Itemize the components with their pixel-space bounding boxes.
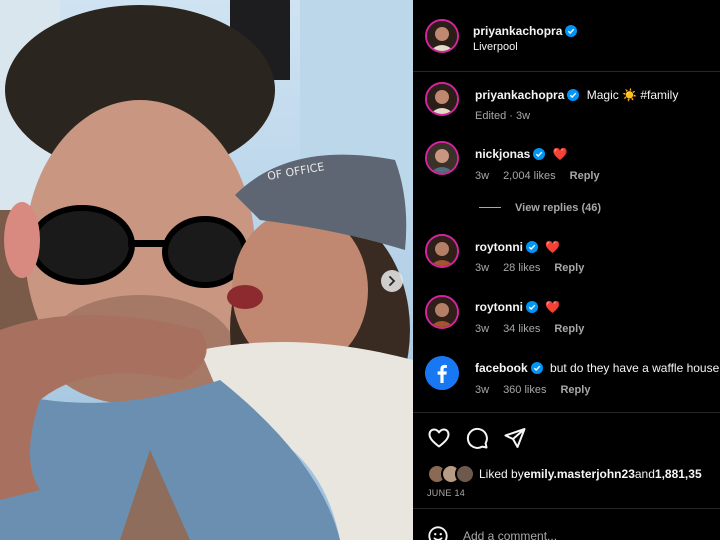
heart-icon[interactable] (427, 426, 451, 450)
comment: facebook but do they have a waffle house (475, 361, 719, 375)
caption-username[interactable]: priyankachopra (475, 88, 564, 102)
reply-button[interactable]: Reply (560, 384, 590, 396)
comment: nickjonas ❤️ (475, 147, 568, 161)
comment-age: 3w (475, 262, 490, 274)
comment-avatar[interactable] (425, 141, 459, 175)
verified-icon (533, 148, 546, 160)
verified-icon (565, 25, 578, 37)
comment-meta: 3w 2,004 likes Reply (475, 170, 614, 182)
chevron-right-icon (389, 276, 396, 286)
comment-username[interactable]: roytonni (475, 300, 523, 314)
comment-avatar[interactable] (425, 295, 459, 329)
comment-text: ❤️ (545, 240, 561, 254)
comment-age: 3w (475, 384, 490, 396)
comment-meta: 3w 28 likes Reply (475, 262, 598, 274)
actions-divider (413, 412, 720, 413)
caption-meta: Edited · 3w (475, 110, 531, 122)
comment-likes[interactable]: 360 likes (503, 384, 546, 396)
view-replies-button[interactable]: View replies (46) (479, 202, 601, 214)
caption-text: Magic ☀️ #family (586, 88, 679, 102)
comment-age: 3w (475, 170, 490, 182)
reply-button[interactable]: Reply (570, 170, 600, 182)
comment-meta: 3w 360 likes Reply (475, 384, 604, 396)
comment-username[interactable]: facebook (475, 361, 528, 375)
facebook-logo-icon (425, 356, 459, 390)
add-comment-bar (427, 525, 683, 540)
view-replies-label: View replies (46) (515, 202, 602, 214)
verified-icon (526, 301, 538, 313)
replies-line (479, 207, 501, 208)
liked-by-user[interactable]: emily.masterjohn23 (524, 467, 635, 481)
liker-avatars[interactable] (427, 464, 475, 484)
comment-meta: 3w 34 likes Reply (475, 323, 598, 335)
comment-icon[interactable] (465, 426, 489, 450)
comment-age: 3w (475, 323, 490, 335)
comment-username[interactable]: nickjonas (475, 147, 530, 161)
share-icon[interactable] (503, 426, 527, 450)
comment-input[interactable] (463, 529, 683, 540)
verified-icon (526, 241, 538, 253)
comment-text: ❤️ (552, 147, 568, 161)
action-bar (427, 426, 527, 450)
post-location[interactable]: Liverpool (473, 41, 518, 53)
header-divider (413, 71, 720, 72)
comment-likes[interactable]: 2,004 likes (503, 170, 556, 182)
comment-avatar[interactable] (425, 356, 459, 390)
caption: priyankachopra Magic ☀️ #family (475, 88, 678, 102)
comment-username[interactable]: roytonni (475, 240, 523, 254)
liked-by-prefix: Liked by (479, 467, 524, 481)
post-panel: priyankachopra Liverpool priyankachopra … (413, 0, 720, 540)
caption-avatar[interactable] (425, 82, 459, 116)
liked-by: Liked by emily.masterjohn23 and 1,881,35 (427, 464, 702, 484)
author-username[interactable]: priyankachopra (473, 24, 562, 38)
reply-button[interactable]: Reply (554, 262, 584, 274)
liked-by-mid: and (634, 467, 655, 481)
comment-likes[interactable]: 28 likes (503, 262, 540, 274)
verified-icon (567, 89, 580, 101)
verified-icon (530, 362, 543, 374)
photo-image: OF OFFICE (0, 0, 413, 540)
comment: roytonni ❤️ (475, 300, 560, 314)
likes-count[interactable]: 1,881,35 (655, 467, 702, 481)
comment-avatar[interactable] (425, 234, 459, 268)
reply-button[interactable]: Reply (554, 323, 584, 335)
comment-divider (413, 508, 720, 509)
comment-likes[interactable]: 34 likes (503, 323, 540, 335)
post-date[interactable]: JUNE 14 (427, 488, 465, 498)
comment-text: ❤️ (545, 300, 561, 314)
next-photo-button[interactable] (381, 270, 403, 292)
author-avatar[interactable] (425, 19, 459, 53)
emoji-icon[interactable] (427, 525, 449, 540)
post-photo[interactable]: OF OFFICE (0, 0, 413, 540)
comment: roytonni ❤️ (475, 240, 560, 254)
comment-text: but do they have a waffle house (550, 361, 720, 375)
liker-avatar (455, 464, 475, 484)
